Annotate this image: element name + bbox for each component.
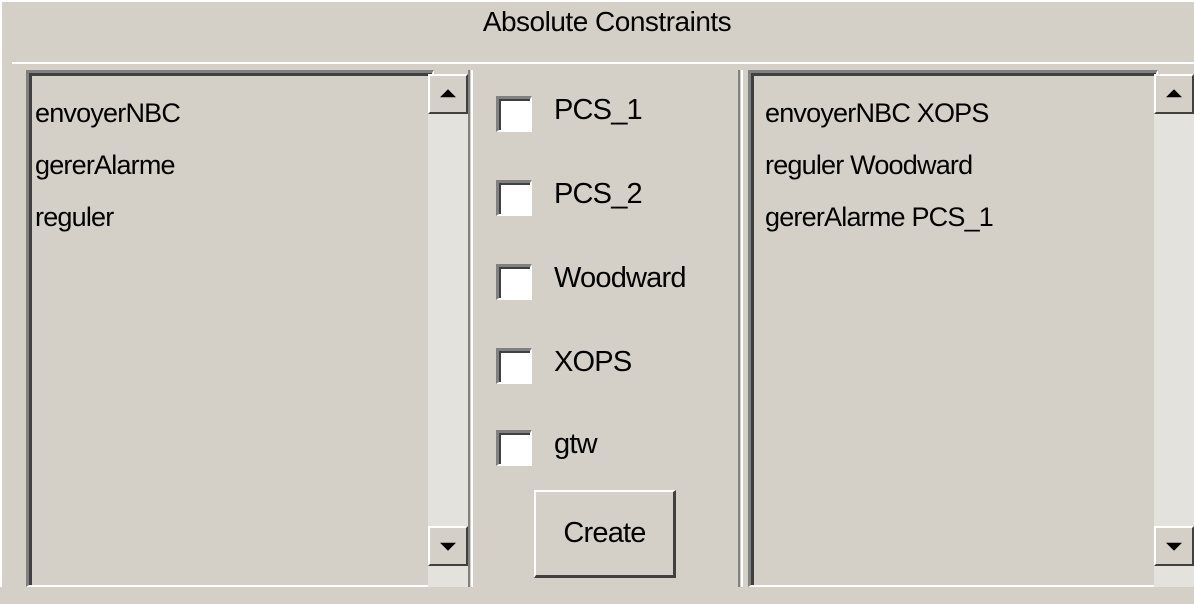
list-item[interactable]: reguler [35,191,180,243]
checkbox-box[interactable] [496,264,532,300]
scroll-down-button[interactable] [1154,526,1194,566]
scrollbar-track[interactable] [1154,114,1194,587]
checkbox-label: gtw [554,428,598,460]
list-item[interactable]: gererAlarme PCS_1 [765,191,994,243]
list-item[interactable]: gererAlarme [35,139,180,191]
scroll-up-button[interactable] [1154,74,1194,114]
checkbox-box[interactable] [496,430,532,466]
scroll-up-button[interactable] [428,74,468,114]
functions-listbox[interactable]: envoyerNBC gererAlarme reguler [26,70,434,587]
arrow-up-icon [1166,89,1182,98]
checkbox-label: XOPS [554,346,632,378]
checkbox-box[interactable] [496,96,532,132]
list-item[interactable]: envoyerNBC XOPS [765,87,993,139]
panel-title: Absolute Constraints [482,6,732,37]
arrow-down-icon [1166,542,1182,551]
checkbox-box[interactable] [496,348,532,384]
scroll-down-button[interactable] [428,526,468,566]
create-button[interactable]: Create [534,490,676,578]
constraints-listbox[interactable]: envoyerNBC XOPS reguler Woodward gererAl… [748,70,1158,587]
divider [471,70,473,587]
divider [468,70,470,587]
checkbox-label: Woodward [554,262,687,294]
divider [741,70,743,587]
list-item[interactable]: envoyerNBC [35,87,181,139]
scrollbar-track[interactable] [428,114,468,587]
checkbox-label: PCS_1 [554,94,643,126]
list-item[interactable]: reguler Woodward [765,139,993,191]
divider [738,70,740,587]
arrow-down-icon [440,542,456,551]
functions-scrollbar[interactable] [428,74,468,587]
constraints-scrollbar[interactable] [1154,74,1194,587]
checkbox-label: PCS_2 [554,178,643,210]
checkbox-box[interactable] [496,180,532,216]
arrow-up-icon [440,89,456,98]
